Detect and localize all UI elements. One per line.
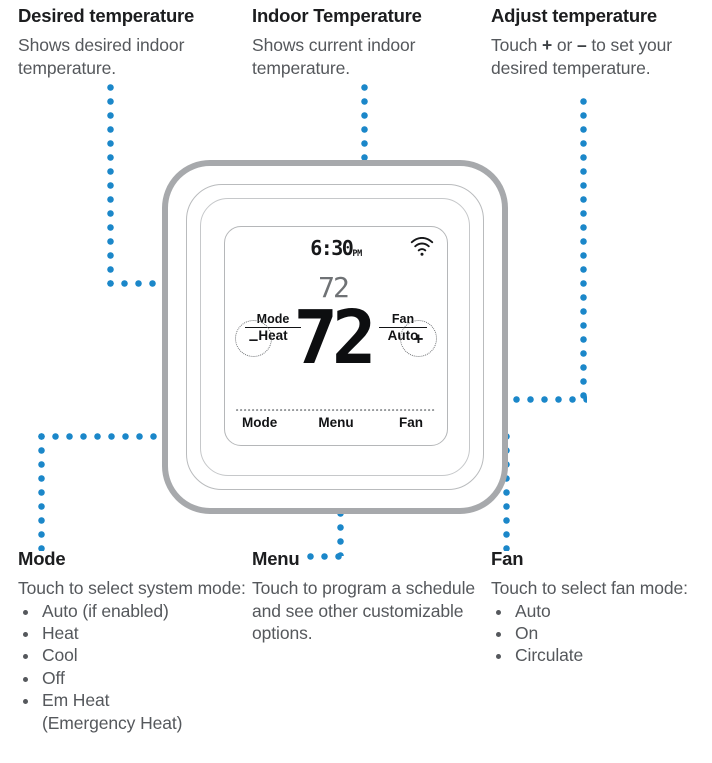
callout-indoor-temperature: Indoor Temperature Shows current indoor … [252,5,484,79]
callout-mode-body: Touch to select system mode: [18,578,246,599]
callout-adjust-minus: – [576,35,587,56]
callout-adjust-plus: + [541,35,553,56]
list-item: Circulate [491,644,706,666]
thermostat-lcd-display: 6:30PM 72 72 Mode Heat Fan Auto – + Mode… [224,226,448,446]
wifi-icon [410,237,434,256]
callout-menu-body: Touch to program a schedule and see othe… [252,578,475,643]
clock-ampm: PM [352,249,362,259]
callout-desired-temperature: Desired temperature Shows desired indoor… [18,5,244,79]
callout-fan-list: Auto On Circulate [491,600,706,667]
callout-adjust-temperature: Adjust temperature Touch + or – to set y… [491,5,703,79]
softkey-divider [236,409,436,411]
callout-mode-list: Auto (if enabled) Heat Cool Off Em Heat … [18,600,248,734]
callout-mode: Mode Touch to select system mode: Auto (… [18,548,248,734]
list-item: Auto [491,600,706,622]
decrease-temperature-button[interactable]: – [235,320,272,357]
connector-mode-vertical [38,433,45,551]
callout-adjust-pre: Touch [491,35,542,56]
list-item: Em Heat [18,689,248,711]
callout-adjust-title: Adjust temperature [491,5,658,26]
list-item: Cool [18,644,248,666]
thermostat-device: 6:30PM 72 72 Mode Heat Fan Auto – + Mode… [160,158,514,520]
minus-icon: – [248,329,259,348]
callout-mode-title: Mode [18,548,66,569]
connector-adjust-vertical [580,98,587,400]
softkey-fan[interactable]: Fan [399,415,423,430]
callout-fan-title: Fan [491,548,524,569]
plus-icon: + [413,329,424,348]
list-item-continuation: (Emergency Heat) [42,712,183,733]
connector-desired-vertical [107,84,114,284]
callout-indoor-title: Indoor Temperature [252,5,422,26]
diagram-canvas: 6:30PM 72 72 Mode Heat Fan Auto – + Mode… [0,0,712,763]
list-item: Auto (if enabled) [18,600,248,622]
clock-time: 6:30 [310,236,354,260]
callout-adjust-mid: or [552,35,577,56]
callout-fan: Fan Touch to select fan mode: Auto On Ci… [491,548,706,667]
list-item: Off [18,667,248,689]
callout-desired-title: Desired temperature [18,5,195,26]
callout-menu-title: Menu [252,548,300,569]
list-item: Heat [18,622,248,644]
callout-desired-body: Shows desired indoor temperature. [18,35,185,78]
softkey-row: Mode Menu Fan [225,415,447,437]
callout-indoor-body: Shows current indoor temperature. [252,35,416,78]
callout-fan-body: Touch to select fan mode: [491,578,688,599]
increase-temperature-button[interactable]: + [400,320,437,357]
callout-adjust-body: Touch + or – to set your desired tempera… [491,34,703,79]
list-item: On [491,622,706,644]
callout-menu: Menu Touch to program a schedule and see… [252,548,478,644]
